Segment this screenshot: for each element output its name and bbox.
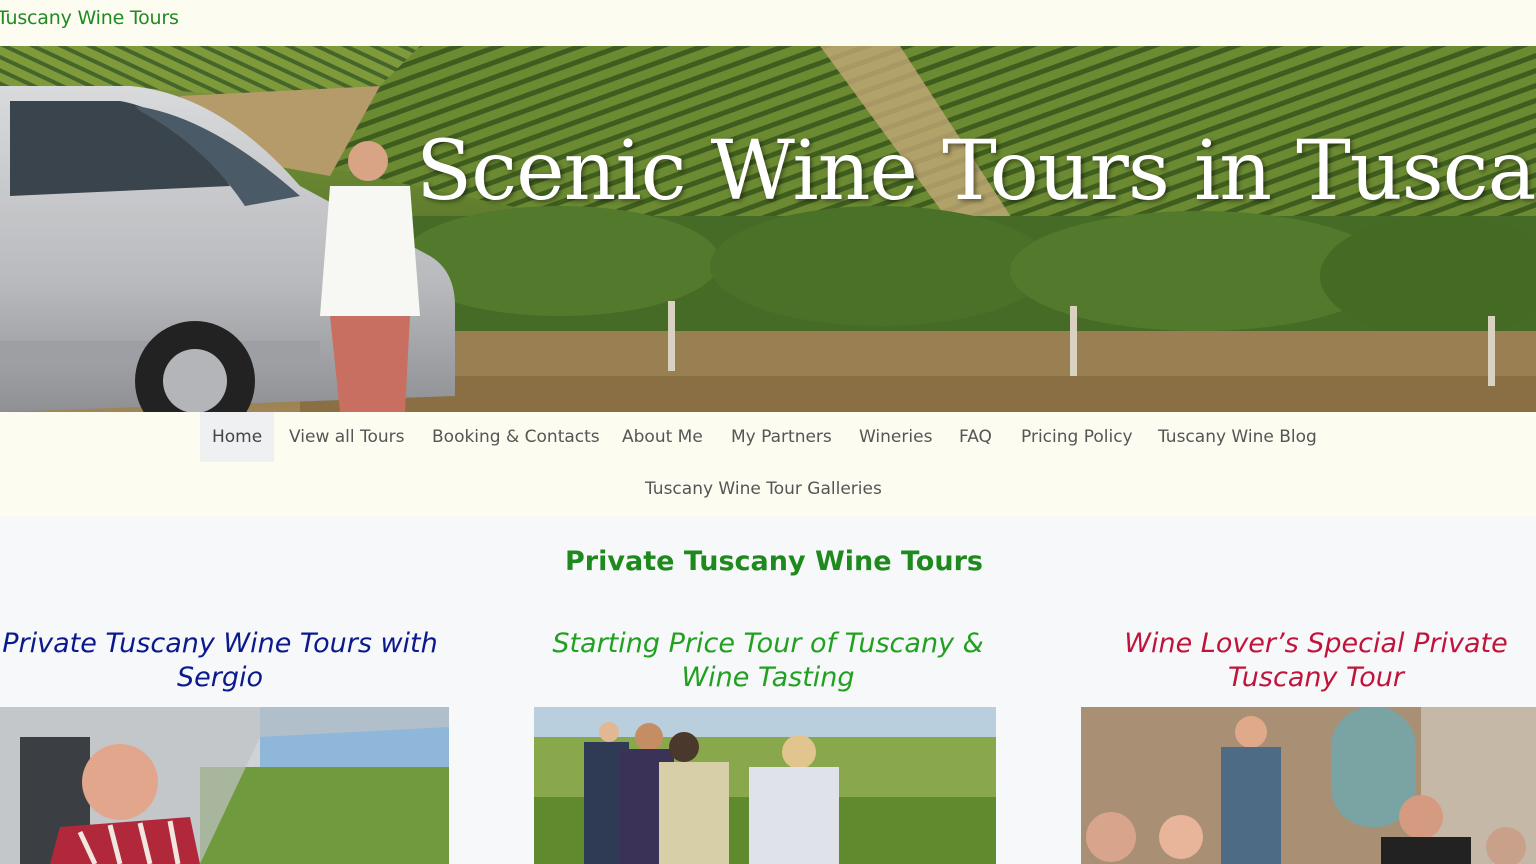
nav-item-view-all-tours[interactable]: View all Tours xyxy=(277,412,417,462)
card-image-sergio[interactable] xyxy=(0,707,449,864)
nav-item-tuscany-wine-blog[interactable]: Tuscany Wine Blog xyxy=(1146,412,1329,462)
card-title-wine-lovers[interactable]: Wine Lover’s Special Private Tuscany Tou… xyxy=(1076,627,1536,695)
site-header: Tuscany Wine Tours xyxy=(0,0,1536,46)
nav-item-pricing-policy[interactable]: Pricing Policy xyxy=(1009,412,1145,462)
card-title-sergio[interactable]: Private Tuscany Wine Tours with Sergio xyxy=(0,627,460,695)
nav-item-faq[interactable]: FAQ xyxy=(947,412,1004,462)
section-title: Private Tuscany Wine Tours xyxy=(565,546,983,577)
card-image-wine-lovers[interactable] xyxy=(1081,707,1536,864)
main-navigation: Home View all Tours Booking & Contacts A… xyxy=(0,412,1536,516)
hero-banner: Scenic Wine Tours in Tuscany xyxy=(0,46,1536,412)
nav-item-tuscany-wine-tour-galleries[interactable]: Tuscany Wine Tour Galleries xyxy=(633,464,894,514)
nav-item-my-partners[interactable]: My Partners xyxy=(719,412,844,462)
nav-item-about-me[interactable]: About Me xyxy=(610,412,715,462)
card-image-starting-price[interactable] xyxy=(534,707,996,864)
hero-title: Scenic Wine Tours in Tuscany xyxy=(416,124,1536,219)
site-title-link[interactable]: Tuscany Wine Tours xyxy=(0,7,179,29)
card-title-starting-price[interactable]: Starting Price Tour of Tuscany & Wine Ta… xyxy=(528,627,1008,695)
nav-item-home[interactable]: Home xyxy=(200,412,275,462)
nav-item-booking-contacts[interactable]: Booking & Contacts xyxy=(420,412,612,462)
hero-image xyxy=(0,46,1536,412)
nav-item-wineries[interactable]: Wineries xyxy=(847,412,944,462)
